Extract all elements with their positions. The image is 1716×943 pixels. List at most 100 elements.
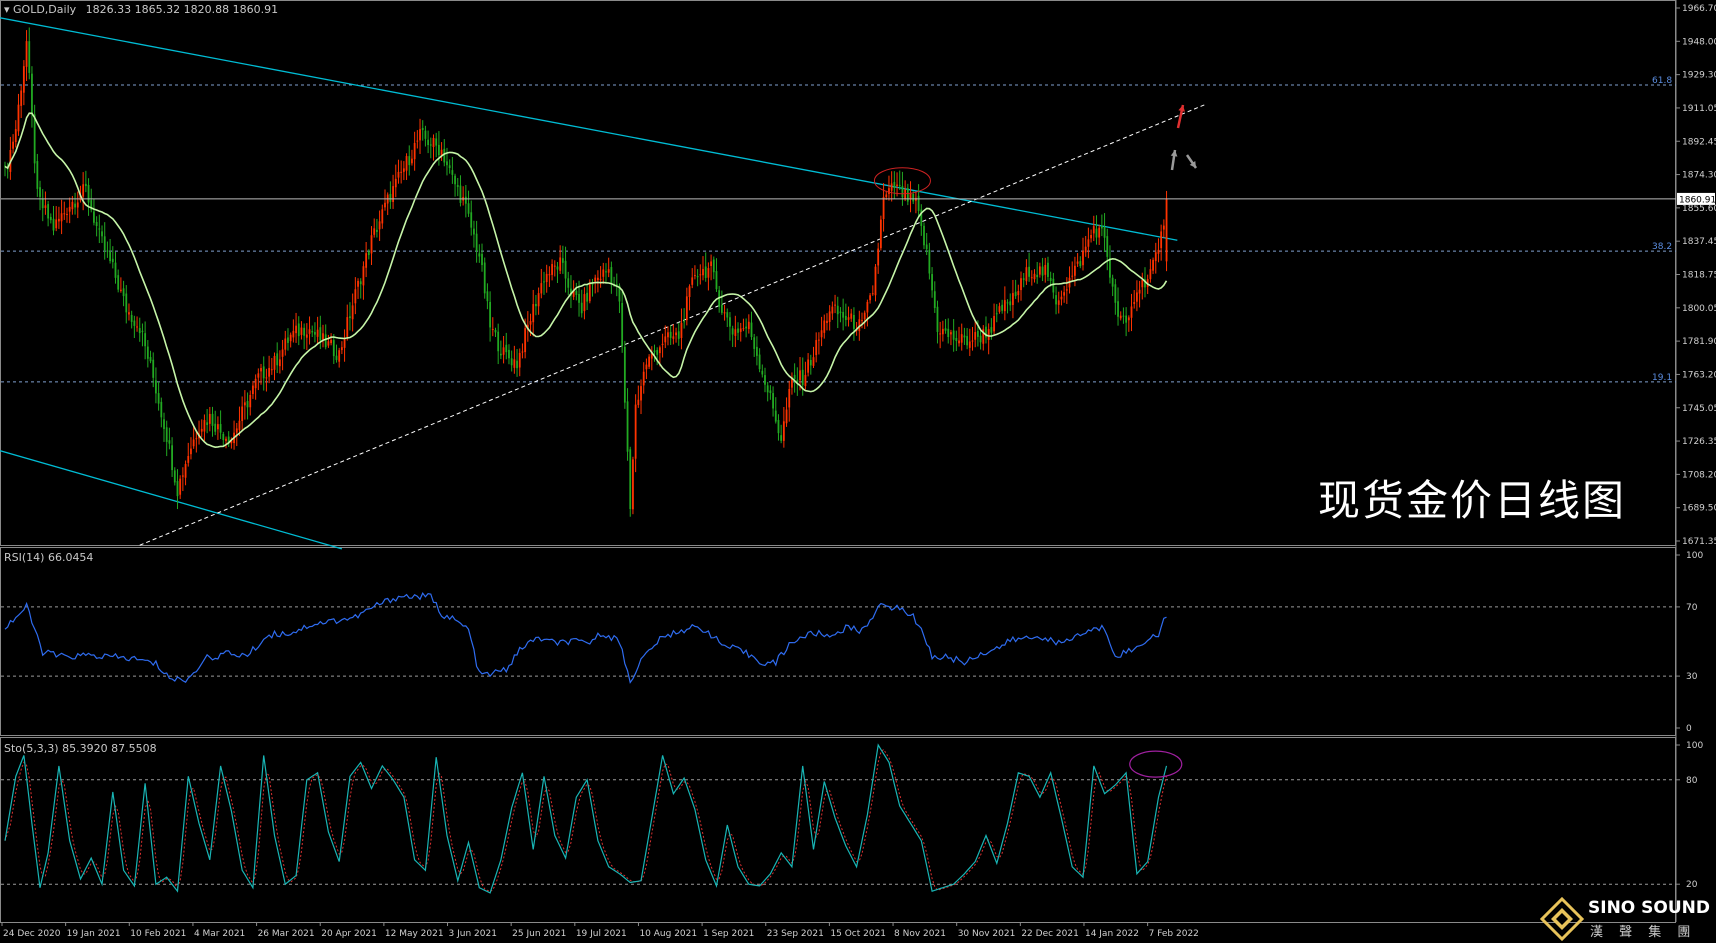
candle-body — [187, 455, 190, 463]
moving-average-line — [4, 112, 1168, 449]
candle-body — [432, 137, 435, 147]
candle-body — [44, 205, 47, 208]
candle-body — [950, 332, 952, 335]
candle-body — [454, 175, 456, 185]
candle-body — [359, 281, 362, 285]
candle-body — [163, 419, 165, 429]
candle-body — [273, 355, 276, 370]
candle-body — [243, 402, 246, 406]
rsi-panel-title: RSI(14) 66.0454 — [4, 551, 94, 564]
candle-body — [979, 335, 982, 343]
candle-body — [1082, 250, 1084, 266]
candle-body — [707, 268, 710, 278]
candle-body — [260, 368, 262, 372]
candle-body — [262, 366, 265, 379]
candle-body — [370, 235, 373, 254]
candle-body — [322, 333, 324, 340]
candle-body — [782, 421, 785, 441]
candle-body — [1138, 289, 1141, 294]
candle-body — [912, 193, 915, 202]
candle-body — [739, 328, 742, 332]
candle-body — [1136, 292, 1138, 302]
candle-body — [828, 311, 831, 322]
candle-body — [71, 201, 74, 210]
candle-body — [365, 253, 368, 268]
candle-body — [971, 340, 974, 342]
candle-body — [933, 291, 936, 309]
price-tick-label: 1929.30 — [1682, 71, 1716, 81]
candle-body — [766, 385, 769, 393]
candle-body — [774, 410, 777, 422]
price-tick-label: 1911.05 — [1682, 104, 1716, 114]
candle-body — [316, 329, 319, 337]
candle-body — [481, 253, 483, 266]
price-tick-label: 1818.75 — [1682, 271, 1716, 281]
price-tick-label: 1855.60 — [1682, 204, 1716, 214]
candle-body — [896, 184, 898, 186]
candle-body — [470, 212, 473, 228]
candle-body — [117, 275, 120, 290]
stochastic-panel-title: Sto(5,3,3) 85.3920 87.5508 — [4, 742, 157, 755]
candle-body — [190, 448, 192, 455]
candle-body — [257, 373, 260, 378]
candle-body — [877, 248, 880, 266]
candle-body — [1114, 284, 1117, 303]
candle-body — [424, 130, 427, 139]
candle-body — [1084, 246, 1087, 253]
candle-body — [1074, 265, 1076, 276]
candle-body — [720, 304, 723, 313]
price-tick-label: 1745.05 — [1682, 404, 1716, 414]
candle-body — [610, 267, 613, 284]
candle-body — [28, 41, 31, 73]
candle-body — [252, 385, 254, 395]
candle-body — [74, 203, 76, 208]
candle-body — [540, 283, 543, 294]
price-tick-label: 1726.35 — [1682, 437, 1716, 447]
fib-level-label: 61.8 — [1652, 76, 1672, 86]
candle-body — [524, 328, 527, 353]
candle-body — [505, 344, 508, 353]
candle-body — [605, 271, 607, 273]
candle-body — [184, 464, 187, 478]
candle-body — [141, 330, 144, 332]
price-tick-label: 1708.20 — [1682, 470, 1716, 480]
candle-body — [327, 341, 330, 346]
candle-body — [680, 322, 683, 338]
candle-body — [93, 211, 95, 223]
candle-body — [400, 171, 403, 173]
candle-body — [543, 281, 545, 283]
stoch-main-line — [4, 743, 1168, 894]
fib-level-label: 19.1 — [1652, 373, 1672, 383]
candle-body — [548, 274, 551, 276]
candle-body — [834, 304, 836, 306]
candle-body — [801, 369, 804, 386]
candle-body — [799, 370, 801, 381]
candle-body — [39, 187, 41, 197]
candle-body — [559, 257, 562, 271]
candle-body — [464, 196, 467, 204]
candle-body — [632, 459, 634, 510]
x-tick-label: 19 Jul 2021 — [576, 929, 627, 939]
price-tick-label: 1763.20 — [1682, 370, 1716, 380]
candle-body — [473, 228, 475, 235]
candle-body — [955, 337, 958, 341]
candle-body — [885, 194, 888, 198]
menu-arrow-icon[interactable]: ▾ — [4, 3, 10, 16]
candle-body — [642, 371, 645, 386]
candle-body — [119, 289, 122, 291]
candle-body — [373, 228, 376, 235]
candle-body — [553, 265, 556, 267]
candle-body — [850, 313, 853, 319]
candle-body — [699, 274, 702, 276]
candle-body — [144, 333, 147, 347]
candle-body — [742, 328, 745, 330]
candle-body — [362, 266, 365, 286]
candle-body — [109, 251, 112, 262]
x-tick-label: 3 Jun 2021 — [449, 929, 497, 939]
x-tick-label: 1 Sep 2021 — [703, 929, 754, 939]
candle-body — [694, 275, 696, 277]
candle-body — [1111, 277, 1114, 287]
candle-body — [76, 202, 79, 208]
candle-body — [521, 351, 524, 353]
candle-body — [146, 346, 149, 359]
